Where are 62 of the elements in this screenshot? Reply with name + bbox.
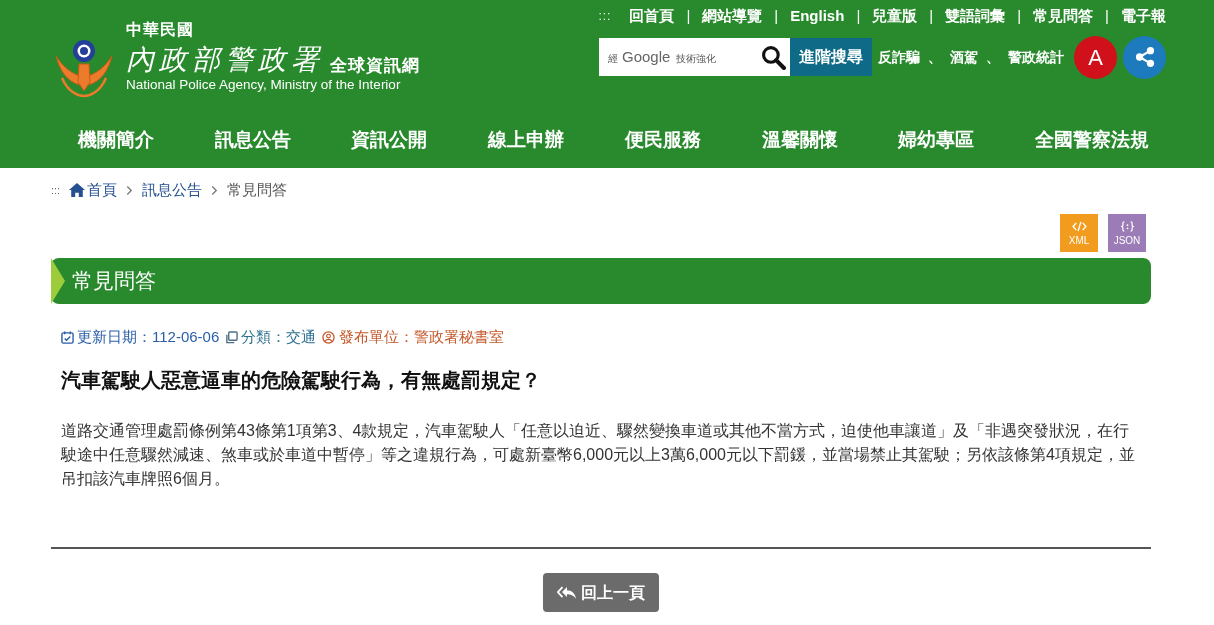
keyword-link[interactable]: 酒駕 [950,46,978,68]
nav-link-item[interactable]: 訊息公告 [214,128,291,150]
search-icon [760,44,786,70]
breadcrumb-link[interactable]: 首頁 [68,180,118,200]
page-title: 常見問答 [72,268,156,295]
nav-link-item[interactable]: 資訊公開 [351,128,428,150]
top-link[interactable]: English [790,6,845,26]
copy-icon [225,330,239,344]
keyword-separator: 、 [986,47,1000,67]
top-link[interactable]: 常見問答 [1033,6,1094,26]
home-icon [68,182,87,198]
top-link[interactable]: 電子報 [1121,6,1166,26]
nav-link-item[interactable]: 婦幼專區 [898,128,975,150]
link-separator: | [1017,6,1022,26]
question-title: 汽車駕駛人惡意逼車的危險駕駛行為，有無處罰規定？ [61,368,541,393]
code-icon [1071,220,1087,232]
breadcrumb-current: 常見問答 [227,180,288,200]
share-icon [1134,46,1155,68]
share-button[interactable] [1123,35,1166,79]
braces-icon [1119,220,1135,232]
nav-link-item[interactable]: 溫馨關懷 [761,128,838,150]
nav-link-item[interactable]: 便民服務 [624,128,701,150]
agency-name: 內政部警政署 [126,46,324,74]
search-branding: 經 Google 技術強化 [608,46,717,67]
meta-text: 分類：交通 [241,327,317,347]
link-separator: | [1105,6,1109,26]
breadcrumb-link[interactable]: 訊息公告 [142,180,203,200]
json-button[interactable]: JSON [1108,214,1146,252]
link-separator: | [929,6,934,26]
person-icon [322,330,336,344]
nav-link-item[interactable]: 機關簡介 [78,128,154,150]
accesskey-mark: ::: [51,183,61,198]
keyword-link[interactable]: 反詐騙 [878,46,920,68]
top-link[interactable]: 雙語詞彙 [945,6,1006,26]
chevron-icon [126,184,134,196]
calendar-icon [61,330,74,344]
english-name: National Police Agency, Ministry of the Interior [126,78,402,92]
emblem-icon [54,38,114,98]
link-separator: | [686,6,691,26]
country-name: 中華民國 [126,22,195,38]
meta-text: 更新日期：112-06-06 [77,327,220,347]
chevron-icon [211,184,219,196]
advanced-search-button[interactable]: 進階搜尋 [790,38,872,76]
reply-all-icon [557,585,577,600]
link-separator: | [856,6,861,26]
keyword-separator: 、 [928,47,942,67]
meta-text: 發布單位：警政署秘書室 [339,327,505,347]
nav-link-item[interactable]: 全國警察法規 [1034,128,1149,150]
top-link[interactable]: 兒童版 [872,6,918,26]
title-marker-icon [51,258,65,304]
link-separator: | [774,6,779,26]
search-field[interactable]: 經 Google 技術強化 [599,38,790,76]
top-link[interactable]: 回首頁 [629,6,675,26]
font-size-button[interactable]: A [1074,35,1117,79]
back-button[interactable]: 回上一頁 [543,573,659,612]
nav-link-item[interactable]: 線上申辦 [488,128,565,150]
site-name: 全球資訊網 [330,57,420,74]
search-button[interactable] [760,44,786,70]
top-link[interactable]: 網站導覽 [702,6,763,26]
answer-paragraph: 道路交通管理處罰條例第43條第1項第3、4款規定，汽車駕駛人「任意以迫近、驟然變換車道或其他不當方式，迫使他車讓道」及「非遇突發狀況，在行駛途中任意驟然減速、煞車或於車道中暫停」等之違規行為，可處新臺幣6,000元以上3萬6,000元以下罰鍰，並當場禁止其駕駛；另依該條第4項規定，並吊扣該汽車牌照6個月。 [61,421,1136,489]
accesskey-mark: ::: [598,8,612,25]
keyword-link[interactable]: 警政統計 [1008,46,1064,68]
